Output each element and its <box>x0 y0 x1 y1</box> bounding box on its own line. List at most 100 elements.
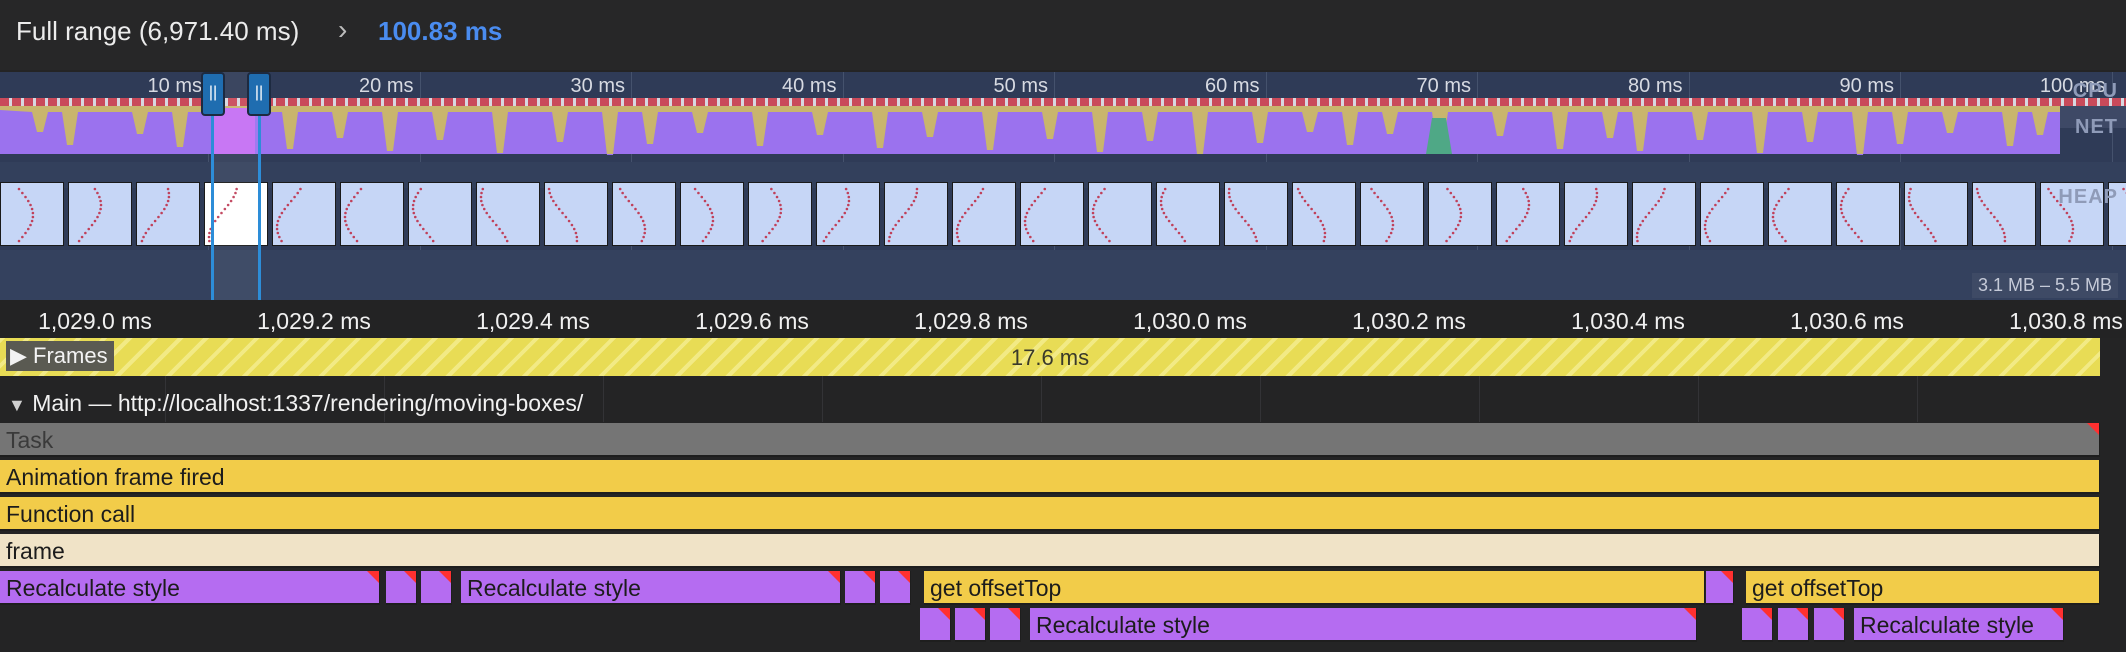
warning-icon <box>973 608 985 620</box>
recalculate-style-event[interactable] <box>1778 608 1809 642</box>
overview-tick-label: 60 ms <box>1205 75 1260 97</box>
selection-right-handle[interactable]: || <box>247 72 271 116</box>
screenshot-thumbnail[interactable] <box>476 182 540 246</box>
recalculate-style-event[interactable] <box>880 571 911 605</box>
screenshot-thumbnail[interactable] <box>748 182 812 246</box>
screenshot-thumbnail[interactable] <box>1088 182 1152 246</box>
recalculate-style-event[interactable]: Recalculate style <box>1030 608 1697 642</box>
event-label: get offsetTop <box>1752 575 1884 601</box>
recalculate-style-event[interactable]: Recalculate style <box>461 571 841 605</box>
warning-icon <box>1008 608 1020 620</box>
recalculate-style-event[interactable] <box>1706 571 1734 605</box>
breadcrumb-full-range[interactable]: Full range (6,971.40 ms) <box>16 16 299 47</box>
overview-tick-label: 80 ms <box>1628 75 1683 97</box>
screenshot-thumbnail[interactable] <box>340 182 404 246</box>
recalculate-style-event[interactable] <box>1814 608 1845 642</box>
warning-icon <box>1760 608 1772 620</box>
event-label: frame <box>6 538 65 564</box>
get-offset-top-event[interactable]: get offsetTop <box>924 571 1705 605</box>
screenshot-thumbnail[interactable] <box>1632 182 1696 246</box>
recalculate-style-event[interactable] <box>386 571 417 605</box>
flame-grid-line <box>1260 376 1261 422</box>
triangle-right-icon: ▶ <box>10 343 27 368</box>
event-label: Function call <box>6 501 136 527</box>
screenshot-thumbnail[interactable] <box>1904 182 1968 246</box>
task-event[interactable]: Task <box>0 423 2100 457</box>
heap-range-label: 3.1 MB – 5.5 MB <box>1971 273 2118 298</box>
screenshot-thumbnail[interactable] <box>1768 182 1832 246</box>
event-label: Animation frame fired <box>6 464 225 490</box>
screenshot-thumbnail[interactable] <box>1292 182 1356 246</box>
overview-selection-window[interactable]: || || <box>201 72 271 300</box>
frames-track-header[interactable]: ▶ Frames <box>6 341 114 371</box>
recalculate-style-event[interactable]: Recalculate style <box>0 571 380 605</box>
event-label: Recalculate style <box>467 575 641 601</box>
flame-tick-label: 1,030.6 ms <box>1790 308 1904 334</box>
warning-icon <box>1832 608 1844 620</box>
screenshot-thumbnail[interactable] <box>1224 182 1288 246</box>
screenshot-thumbnail[interactable] <box>0 182 64 246</box>
recalculate-style-event[interactable] <box>421 571 452 605</box>
screenshot-thumbnail[interactable] <box>1496 182 1560 246</box>
selection-left-handle[interactable]: || <box>201 72 225 116</box>
long-task-warning-icon <box>2087 423 2099 435</box>
overview-tick-label: 90 ms <box>1839 75 1894 97</box>
triangle-down-icon: ▼ <box>8 395 26 415</box>
screenshot-thumbnail[interactable] <box>1360 182 1424 246</box>
screenshot-thumbnail[interactable] <box>1156 182 1220 246</box>
event-label: Task <box>6 427 54 453</box>
get-offset-top-event[interactable]: get offsetTop <box>1746 571 2100 605</box>
flame-tick-label: 1,029.0 ms <box>38 308 152 334</box>
screenshot-thumbnail[interactable] <box>136 182 200 246</box>
cpu-main-thread-area <box>0 110 2060 155</box>
flame-tick-label: 1,029.8 ms <box>914 308 1028 334</box>
overview-tick-label: 50 ms <box>993 75 1048 97</box>
recalculate-style-event[interactable] <box>845 571 876 605</box>
screenshot-thumbnail[interactable] <box>1700 182 1764 246</box>
timeline-overview[interactable]: 10 ms 20 ms 30 ms 40 ms 50 ms 60 ms 70 ms 80 ms… <box>0 72 2126 300</box>
screenshot-thumbnail[interactable] <box>1836 182 1900 246</box>
recalculate-style-event[interactable] <box>920 608 951 642</box>
screenshot-thumbnail[interactable] <box>1564 182 1628 246</box>
warning-icon <box>1796 608 1808 620</box>
function-call-event[interactable]: Function call <box>0 497 2100 531</box>
screenshot-thumbnail[interactable] <box>612 182 676 246</box>
screenshot-thumbnail[interactable] <box>544 182 608 246</box>
screenshot-filmstrip[interactable] <box>0 182 2126 248</box>
screenshot-thumbnail[interactable] <box>1020 182 1084 246</box>
recalculate-style-event[interactable] <box>955 608 986 642</box>
frame-function-event[interactable]: frame <box>0 534 2100 568</box>
screenshot-thumbnail[interactable] <box>680 182 744 246</box>
frames-label: Frames <box>33 343 108 368</box>
main-thread-header[interactable]: ▼ Main — http://localhost:1337/rendering… <box>8 390 583 417</box>
warning-icon <box>2051 608 2063 620</box>
screenshot-thumbnail[interactable] <box>816 182 880 246</box>
warning-icon <box>863 571 875 583</box>
screenshot-thumbnail[interactable] <box>68 182 132 246</box>
screenshot-thumbnail[interactable] <box>1428 182 1492 246</box>
overview-tick-label: 70 ms <box>1416 75 1471 97</box>
recalculate-style-event[interactable] <box>1742 608 1773 642</box>
screenshot-thumbnail[interactable] <box>408 182 472 246</box>
flame-tick-label: 1,030.2 ms <box>1352 308 1466 334</box>
warning-icon <box>828 571 840 583</box>
flame-grid-line <box>1917 376 1918 422</box>
overview-tick-label: 40 ms <box>782 75 837 97</box>
warning-icon <box>404 571 416 583</box>
screenshot-thumbnail[interactable] <box>952 182 1016 246</box>
cpu-activity-chart <box>0 106 2126 155</box>
recalculate-style-event[interactable] <box>990 608 1021 642</box>
warning-icon <box>439 571 451 583</box>
screenshot-thumbnail[interactable] <box>884 182 948 246</box>
breadcrumb-bar <box>0 0 2126 70</box>
flame-tick-label: 1,029.2 ms <box>257 308 371 334</box>
animation-frame-event[interactable]: Animation frame fired <box>0 460 2100 494</box>
flame-grid-line <box>603 376 604 422</box>
flame-tick-label: 1,030.0 ms <box>1133 308 1247 334</box>
recalculate-style-event[interactable]: Recalculate style <box>1854 608 2064 642</box>
breadcrumb-selection[interactable]: 100.83 ms <box>378 16 502 47</box>
event-label: get offsetTop <box>930 575 1062 601</box>
screenshot-thumbnail[interactable] <box>1972 182 2036 246</box>
screenshot-thumbnail[interactable] <box>272 182 336 246</box>
heap-track: 3.1 MB – 5.5 MB <box>0 250 2126 300</box>
